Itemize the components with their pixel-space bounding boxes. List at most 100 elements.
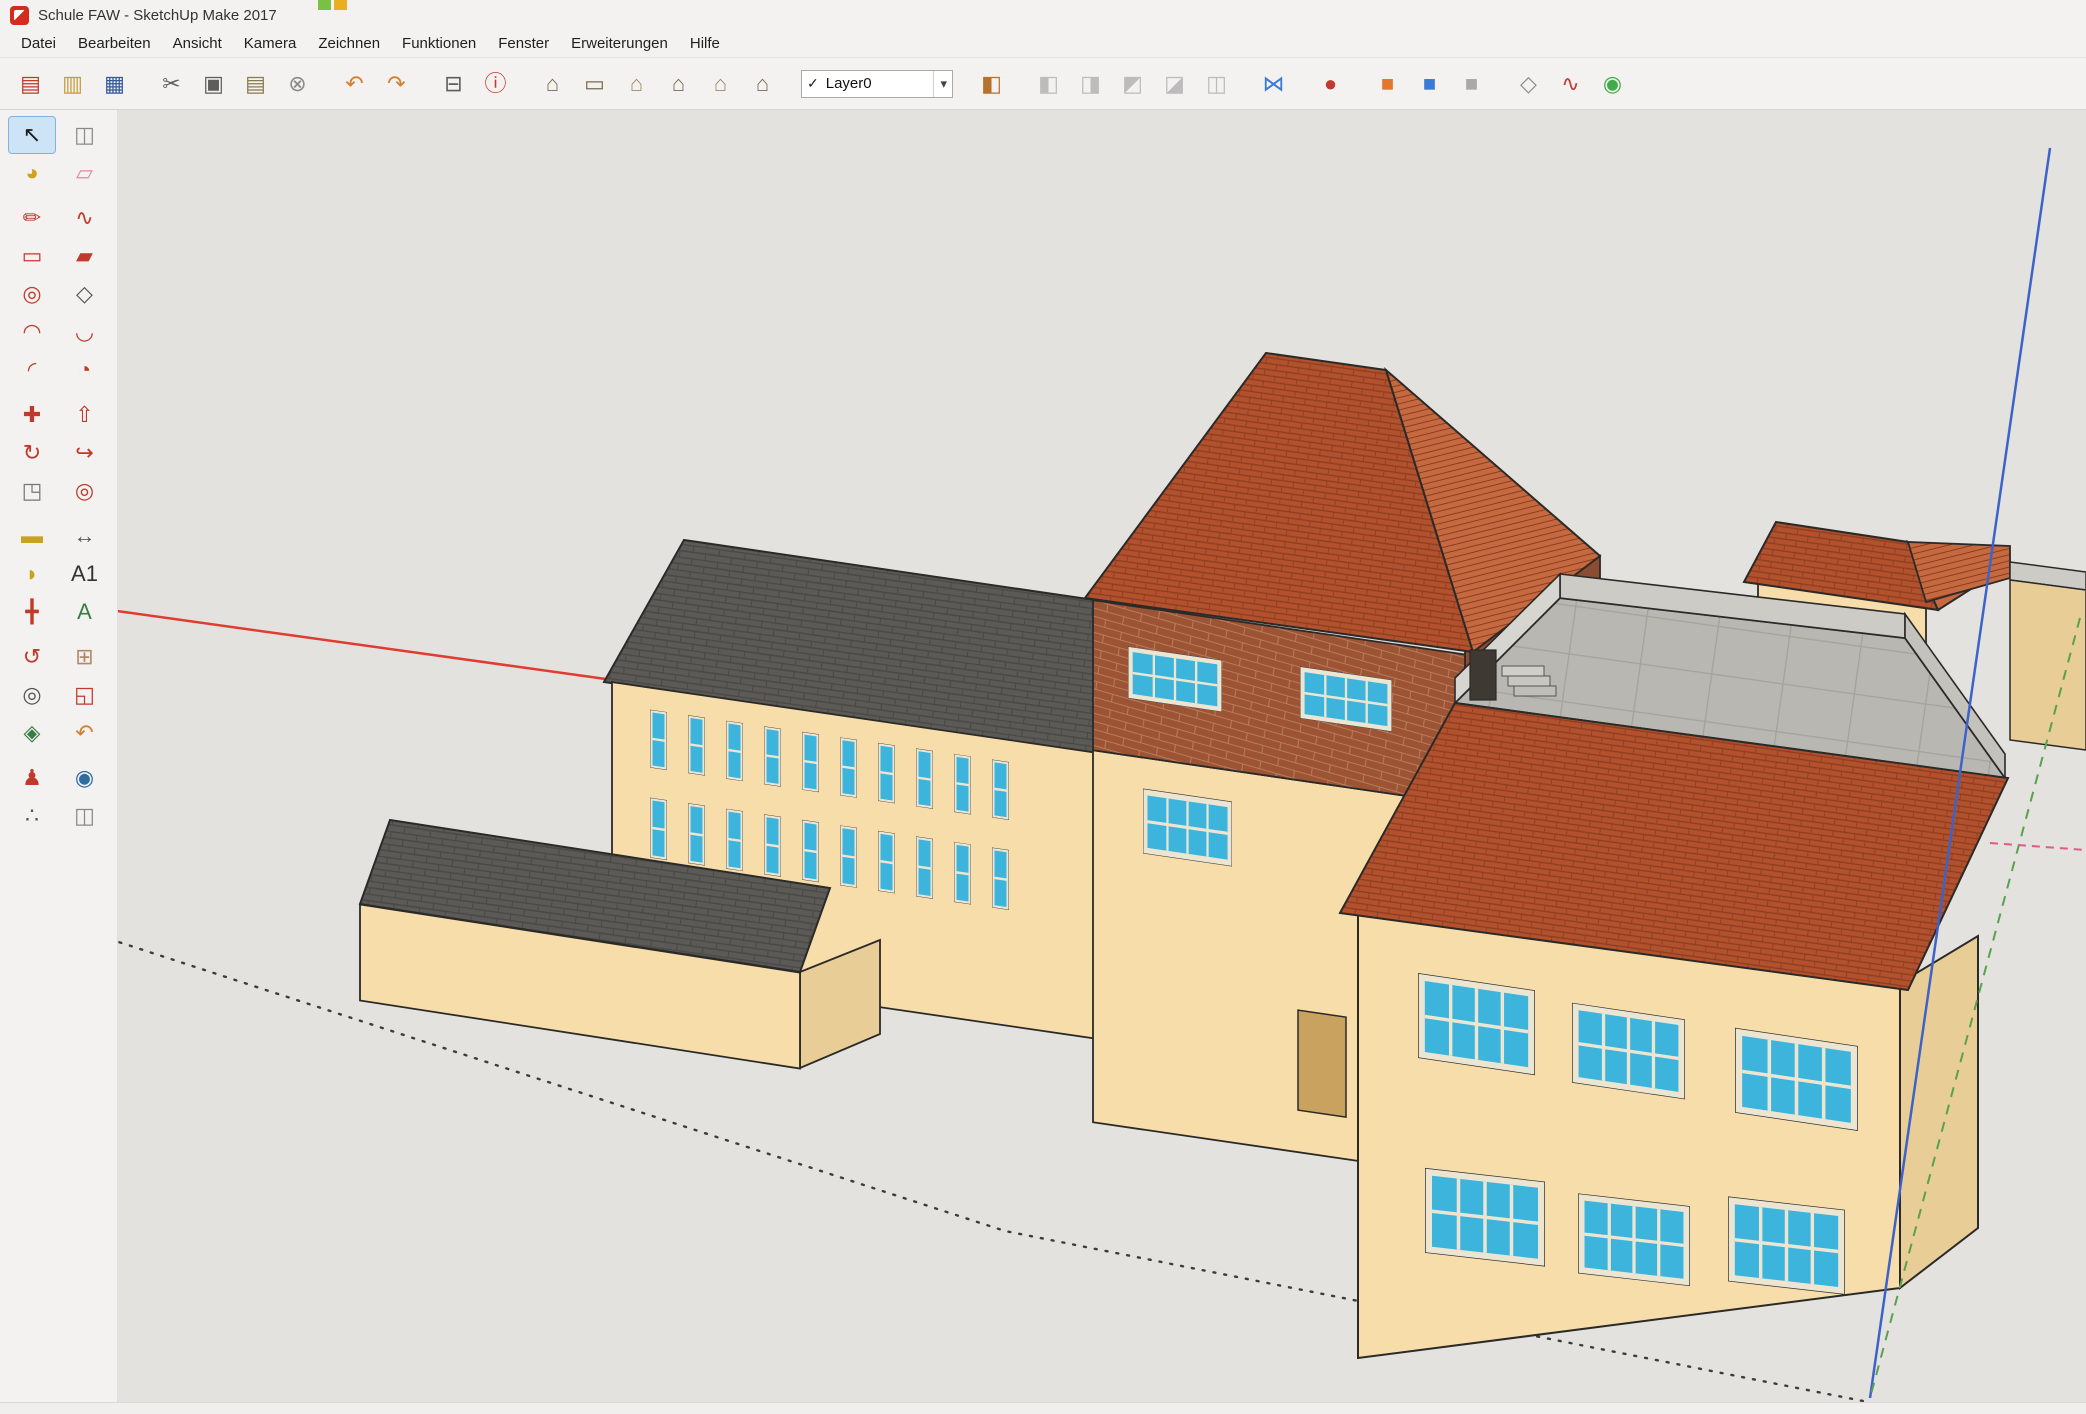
left-view-icon[interactable]: ⌂	[702, 65, 739, 102]
window[interactable]	[954, 842, 971, 904]
window[interactable]	[992, 848, 1009, 910]
two-point-arc-tool[interactable]: ◡	[62, 314, 108, 350]
window[interactable]	[1578, 1193, 1690, 1286]
outer-shell-icon[interactable]: ◧	[973, 65, 1010, 102]
window[interactable]	[802, 732, 819, 792]
three-point-arc-tool[interactable]: ◜	[9, 352, 55, 388]
print-icon[interactable]: ⊟	[435, 65, 472, 102]
window[interactable]	[726, 809, 743, 871]
copy-icon[interactable]: ▣	[195, 65, 232, 102]
pie-tool[interactable]: ◔	[62, 352, 108, 388]
protractor-tool[interactable]: ◗	[9, 556, 55, 592]
move-tool[interactable]: ✚	[9, 397, 55, 433]
text-tool[interactable]: A1	[62, 556, 108, 592]
window[interactable]	[650, 710, 667, 770]
save-icon[interactable]: ▦	[96, 65, 133, 102]
undo-icon[interactable]: ↶	[336, 65, 373, 102]
right-view-icon[interactable]: ⌂	[744, 65, 781, 102]
new-file-icon[interactable]: ▤	[12, 65, 49, 102]
window[interactable]	[1425, 1168, 1545, 1267]
window[interactable]	[1728, 1196, 1845, 1294]
polygon-extension-icon[interactable]: ◇	[1510, 65, 1547, 102]
cut-icon[interactable]: ✂	[153, 65, 190, 102]
window[interactable]	[688, 715, 705, 775]
push-pull-tool[interactable]: ⇧	[62, 397, 108, 433]
top-view-icon[interactable]: ▭	[576, 65, 613, 102]
back-view-icon[interactable]: ⌂	[660, 65, 697, 102]
look-around-tool[interactable]: ◉	[62, 760, 108, 796]
right-building[interactable]	[1340, 703, 2008, 1358]
far-right-wall[interactable]	[2010, 580, 2086, 750]
delete-icon[interactable]: ⊗	[279, 65, 316, 102]
entrance-door[interactable]	[1298, 1010, 1346, 1117]
pan-tool[interactable]: ⊞	[62, 639, 108, 675]
freehand-tool[interactable]: ∿	[62, 200, 108, 236]
dimension-tool[interactable]: ↔	[62, 518, 108, 554]
zoom-extents-tool[interactable]: ◈	[9, 715, 55, 751]
menu-erweiterungen[interactable]: Erweiterungen	[560, 31, 679, 56]
window[interactable]	[764, 726, 781, 786]
solid-union-icon[interactable]: ◨	[1072, 65, 1109, 102]
window[interactable]	[1418, 973, 1535, 1075]
menu-datei[interactable]: Datei	[10, 31, 67, 56]
window[interactable]	[764, 814, 781, 876]
window[interactable]	[878, 831, 895, 893]
paste-icon[interactable]: ▤	[237, 65, 274, 102]
window[interactable]	[840, 825, 857, 887]
window[interactable]	[802, 820, 819, 882]
viewport-3d[interactable]	[118, 110, 2086, 1402]
solid-intersect-icon[interactable]: ◧	[1030, 65, 1067, 102]
rotate-tool[interactable]: ↻	[9, 435, 55, 471]
orbit-tool[interactable]: ↺	[9, 639, 55, 675]
terrace-doorway[interactable]	[1470, 650, 1496, 700]
window[interactable]	[1735, 1028, 1858, 1131]
rotated-rectangle-tool[interactable]: ▰	[62, 238, 108, 274]
menu-fenster[interactable]: Fenster	[487, 31, 560, 56]
chevron-down-icon[interactable]: ▾	[933, 71, 947, 97]
menu-kamera[interactable]: Kamera	[233, 31, 308, 56]
layer-dropdown[interactable]: ✓Layer0▾	[801, 70, 953, 98]
window[interactable]	[688, 803, 705, 865]
menu-funktionen[interactable]: Funktionen	[391, 31, 487, 56]
select-tool[interactable]: ↖	[9, 117, 55, 153]
menu-zeichnen[interactable]: Zeichnen	[307, 31, 391, 56]
bezier-curve-icon[interactable]: ∿	[1552, 65, 1589, 102]
menu-bearbeiten[interactable]: Bearbeiten	[67, 31, 162, 56]
component-cube-blue-icon[interactable]: ■	[1411, 65, 1448, 102]
menu-ansicht[interactable]: Ansicht	[162, 31, 233, 56]
polygon-tool[interactable]: ◇	[62, 276, 108, 312]
front-view-icon[interactable]: ⌂	[618, 65, 655, 102]
threed-text-tool[interactable]: A	[62, 594, 108, 630]
window[interactable]	[916, 836, 933, 898]
solid-trim-icon[interactable]: ◪	[1156, 65, 1193, 102]
tape-measure-tool[interactable]: ▬	[9, 518, 55, 554]
window[interactable]	[726, 721, 743, 781]
solid-split-icon[interactable]: ◫	[1198, 65, 1235, 102]
window[interactable]	[840, 737, 857, 797]
open-icon[interactable]: ▥	[54, 65, 91, 102]
paint-bucket-tool[interactable]: ◕	[9, 155, 55, 191]
rectangle-tool[interactable]: ▭	[9, 238, 55, 274]
flip-mirror-icon[interactable]: ⋈	[1255, 65, 1292, 102]
offset-tool[interactable]: ◎	[62, 473, 108, 509]
zoom-window-tool[interactable]: ◱	[62, 677, 108, 713]
window[interactable]	[650, 798, 667, 860]
window[interactable]	[954, 754, 971, 814]
make-component-tool[interactable]: ◫	[62, 117, 108, 153]
window[interactable]	[992, 760, 1009, 820]
arc-tool[interactable]: ◠	[9, 314, 55, 350]
model-info-icon[interactable]: ⓘ	[477, 65, 514, 102]
solid-subtract-icon[interactable]: ◩	[1114, 65, 1151, 102]
line-tool[interactable]: ✏	[9, 200, 55, 236]
position-camera-tool[interactable]: ♟	[9, 760, 55, 796]
component-cube-gray-icon[interactable]: ■	[1453, 65, 1490, 102]
follow-me-tool[interactable]: ↪	[62, 435, 108, 471]
circle-tool[interactable]: ◎	[9, 276, 55, 312]
globe-icon[interactable]: ●	[1312, 65, 1349, 102]
zoom-tool[interactable]: ◎	[9, 677, 55, 713]
window[interactable]	[916, 748, 933, 808]
window[interactable]	[878, 743, 895, 803]
menu-hilfe[interactable]: Hilfe	[679, 31, 731, 56]
school-3d-model[interactable]	[118, 110, 2086, 1402]
iso-view-icon[interactable]: ⌂	[534, 65, 571, 102]
